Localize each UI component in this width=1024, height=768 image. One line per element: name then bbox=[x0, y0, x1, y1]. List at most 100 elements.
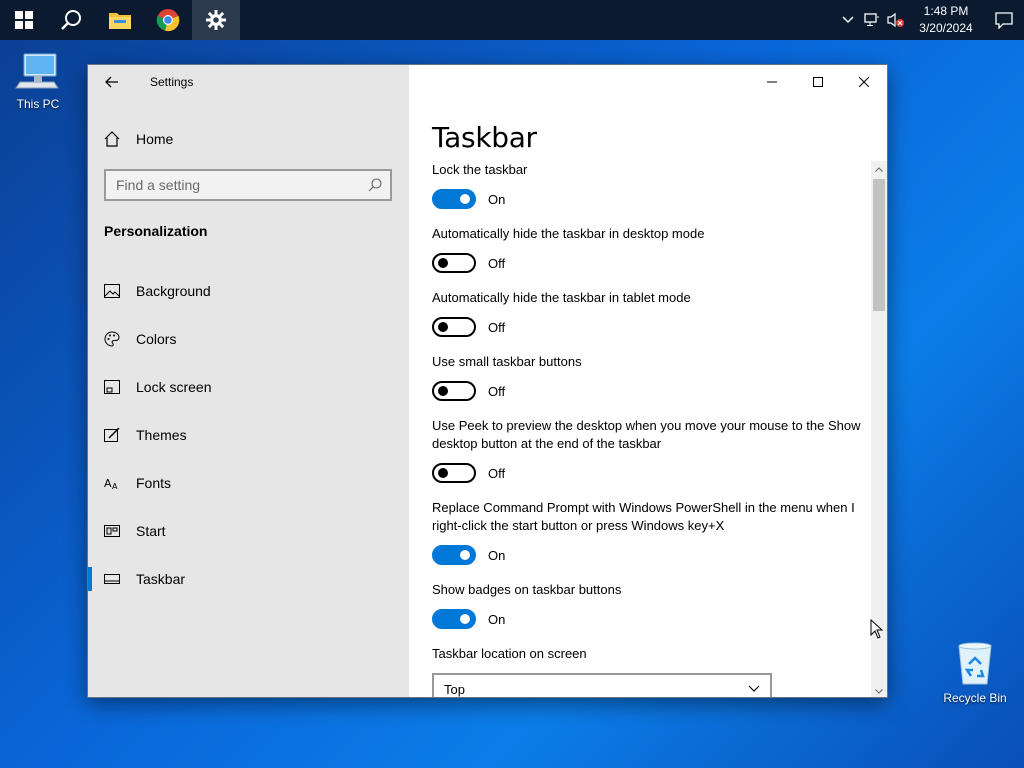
lock-screen-icon bbox=[88, 380, 136, 394]
back-button[interactable] bbox=[88, 65, 136, 99]
toggle-state: Off bbox=[488, 255, 506, 271]
page-title: Taskbar bbox=[432, 121, 537, 154]
setting-label: Use Peek to preview the desktop when you… bbox=[432, 418, 861, 451]
network-icon[interactable] bbox=[860, 0, 884, 40]
search-icon[interactable] bbox=[368, 178, 382, 192]
image-icon bbox=[88, 284, 136, 298]
volume-muted-icon[interactable] bbox=[884, 0, 908, 40]
nav-label: Colors bbox=[136, 331, 177, 347]
toggle-state: On bbox=[488, 547, 506, 563]
recycle-bin-label: Recycle Bin bbox=[943, 691, 1007, 705]
scroll-thumb[interactable] bbox=[873, 179, 885, 311]
scrollbar[interactable] bbox=[871, 161, 887, 697]
setting-autohide-desktop: Automatically hide the taskbar in deskto… bbox=[432, 225, 872, 273]
back-arrow-icon bbox=[105, 76, 118, 88]
setting-powershell: Replace Command Prompt with Windows Powe… bbox=[432, 499, 872, 565]
nav-list: Background Colors Lock screen Themes A A… bbox=[88, 267, 409, 603]
computer-icon bbox=[15, 53, 59, 89]
nav-label: Lock screen bbox=[136, 379, 212, 395]
nav-item-fonts[interactable]: AA Fonts bbox=[88, 459, 409, 507]
chevron-up-icon[interactable] bbox=[836, 0, 860, 40]
toggle-switch[interactable] bbox=[432, 317, 476, 337]
nav-label: Fonts bbox=[136, 475, 172, 491]
nav-label: Themes bbox=[136, 427, 187, 443]
nav-item-background[interactable]: Background bbox=[88, 267, 409, 315]
taskbar: 1:48 PM 3/20/2024 bbox=[0, 0, 1024, 40]
notification-icon[interactable] bbox=[984, 0, 1024, 40]
setting-small-buttons: Use small taskbar buttons Off bbox=[432, 353, 872, 401]
themes-icon bbox=[88, 427, 136, 443]
settings-list: Lock the taskbar On Automatically hide t… bbox=[432, 161, 872, 697]
desktop-icon-recycle-bin[interactable]: Recycle Bin bbox=[937, 640, 1013, 705]
clock-time: 1:48 PM bbox=[923, 4, 969, 18]
toggle-state: On bbox=[488, 191, 506, 207]
settings-gear-icon[interactable] bbox=[192, 0, 240, 40]
minimize-button[interactable] bbox=[749, 65, 795, 99]
start-icon bbox=[88, 525, 136, 537]
setting-label: Automatically hide the taskbar in tablet… bbox=[432, 290, 691, 305]
nav-item-start[interactable]: Start bbox=[88, 507, 409, 555]
maximize-icon bbox=[813, 77, 823, 87]
toggle-switch[interactable] bbox=[432, 189, 476, 209]
content-pane: Taskbar Lock the taskbar On Automaticall… bbox=[409, 65, 887, 697]
section-title: Personalization bbox=[104, 223, 208, 239]
app-title: Settings bbox=[150, 75, 194, 89]
clock-date: 3/20/2024 bbox=[919, 21, 973, 35]
sidebar: Settings Home Personalization Background bbox=[88, 65, 409, 697]
file-explorer-icon[interactable] bbox=[96, 0, 144, 40]
nav-item-colors[interactable]: Colors bbox=[88, 315, 409, 363]
scroll-down-arrow[interactable] bbox=[871, 683, 887, 697]
toggle-switch[interactable] bbox=[432, 609, 476, 629]
desktop-icon-this-pc[interactable]: This PC bbox=[0, 50, 76, 111]
nav-item-taskbar[interactable]: Taskbar bbox=[88, 555, 409, 603]
clock[interactable]: 1:48 PM 3/20/2024 bbox=[914, 3, 978, 37]
dropdown-value: Top bbox=[444, 681, 465, 697]
setting-label: Show badges on taskbar buttons bbox=[432, 582, 622, 597]
toggle-switch[interactable] bbox=[432, 463, 476, 483]
nav-label: Background bbox=[136, 283, 211, 299]
setting-label: Lock the taskbar bbox=[432, 162, 528, 177]
palette-icon bbox=[88, 331, 136, 347]
recycle-bin-icon bbox=[958, 642, 992, 685]
this-pc-label: This PC bbox=[16, 97, 60, 111]
setting-label: Taskbar location on screen bbox=[432, 646, 587, 661]
close-icon bbox=[859, 77, 869, 87]
nav-label: Taskbar bbox=[136, 571, 186, 587]
setting-peek: Use Peek to preview the desktop when you… bbox=[432, 417, 872, 483]
setting-badges: Show badges on taskbar buttons On bbox=[432, 581, 872, 629]
setting-label: Replace Command Prompt with Windows Powe… bbox=[432, 500, 855, 533]
settings-window: Settings Home Personalization Background bbox=[87, 64, 888, 698]
chevron-down-icon bbox=[748, 685, 760, 692]
toggle-switch[interactable] bbox=[432, 253, 476, 273]
search-icon[interactable] bbox=[48, 0, 96, 40]
minimize-icon bbox=[767, 81, 777, 83]
close-button[interactable] bbox=[841, 65, 887, 99]
taskbar-icon bbox=[88, 574, 136, 584]
title-bar: Settings bbox=[88, 65, 409, 99]
toggle-switch[interactable] bbox=[432, 381, 476, 401]
nav-label: Start bbox=[136, 523, 166, 539]
mouse-cursor-icon bbox=[870, 618, 884, 644]
location-dropdown[interactable]: Top bbox=[432, 673, 772, 697]
search-input[interactable] bbox=[116, 177, 356, 193]
nav-item-themes[interactable]: Themes bbox=[88, 411, 409, 459]
chrome-icon[interactable] bbox=[144, 0, 192, 40]
toggle-state: Off bbox=[488, 465, 506, 481]
setting-lock-taskbar: Lock the taskbar On bbox=[432, 161, 872, 209]
fonts-icon: AA bbox=[88, 476, 136, 490]
toggle-switch[interactable] bbox=[432, 545, 476, 565]
svg-text:A: A bbox=[112, 482, 118, 490]
setting-location: Taskbar location on screen Top bbox=[432, 645, 872, 697]
nav-item-lock-screen[interactable]: Lock screen bbox=[88, 363, 409, 411]
search-box[interactable] bbox=[104, 169, 392, 201]
nav-home[interactable]: Home bbox=[88, 121, 409, 157]
setting-autohide-tablet: Automatically hide the taskbar in tablet… bbox=[432, 289, 872, 337]
caption-buttons bbox=[749, 65, 887, 99]
maximize-button[interactable] bbox=[795, 65, 841, 99]
svg-text:A: A bbox=[104, 477, 112, 490]
home-icon bbox=[88, 131, 136, 147]
scroll-up-arrow[interactable] bbox=[871, 161, 887, 177]
windows-start-icon[interactable] bbox=[0, 0, 48, 40]
toggle-state: On bbox=[488, 611, 506, 627]
home-label: Home bbox=[136, 131, 174, 147]
